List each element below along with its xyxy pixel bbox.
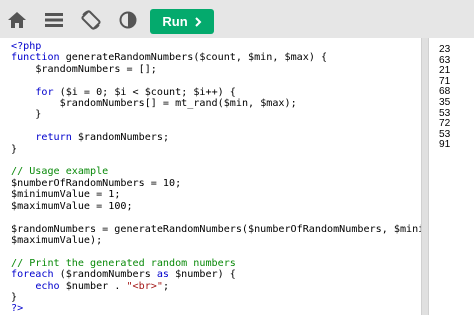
code-line: $numberOfRandomNumbers = 10; [11,177,182,189]
menu-icon[interactable] [42,8,66,32]
code-line: $randomNumbers[] = mt_rand($min, $max); [59,98,297,110]
toolbar: Run [0,0,474,38]
theme-contrast-icon[interactable] [116,8,140,32]
run-button-label: Run [162,14,188,29]
rotate-icon[interactable] [79,8,103,32]
code-line: $randomNumbers = []; [35,63,157,75]
run-button[interactable]: Run [150,9,214,34]
output-line: 35 [439,96,451,108]
code-line: <?php [11,41,42,52]
code-line: } [11,291,18,303]
code-line: ?> [11,303,24,315]
code-line: foreach ($randomNumbers as $number) { [11,269,236,281]
output-line: 91 [439,139,451,151]
code-text[interactable]: <?php function generateRandomNumbers($co… [0,38,421,315]
code-line: for ($i = 0; $i < $count; $i++) { [35,86,236,98]
code-line: return $randomNumbers; [35,132,170,144]
code-line: $randomNumbers = generateRandomNumbers($… [11,223,421,235]
code-line: } [11,143,18,155]
code-line: // Usage example [11,166,109,178]
code-line: echo $number . "<br>"; [35,280,170,292]
code-line: $maximumValue = 100; [11,200,133,212]
code-line: } [11,109,42,121]
chevron-right-icon [194,16,202,27]
pane-splitter[interactable] [421,38,429,315]
output-panel: 23 63 21 71 68 35 53 72 53 91 [429,38,474,315]
code-line: $maximumValue); [11,234,103,246]
home-icon[interactable] [5,8,29,32]
output-list: 23 63 21 71 68 35 53 72 53 91 [429,38,474,151]
code-line: // Print the generated random numbers [11,257,236,269]
code-line: $minimumValue = 1; [11,189,121,201]
output-line: 23 [439,44,451,55]
code-line: function generateRandomNumbers($count, $… [11,52,328,64]
code-editor[interactable]: <?php function generateRandomNumbers($co… [0,38,421,315]
